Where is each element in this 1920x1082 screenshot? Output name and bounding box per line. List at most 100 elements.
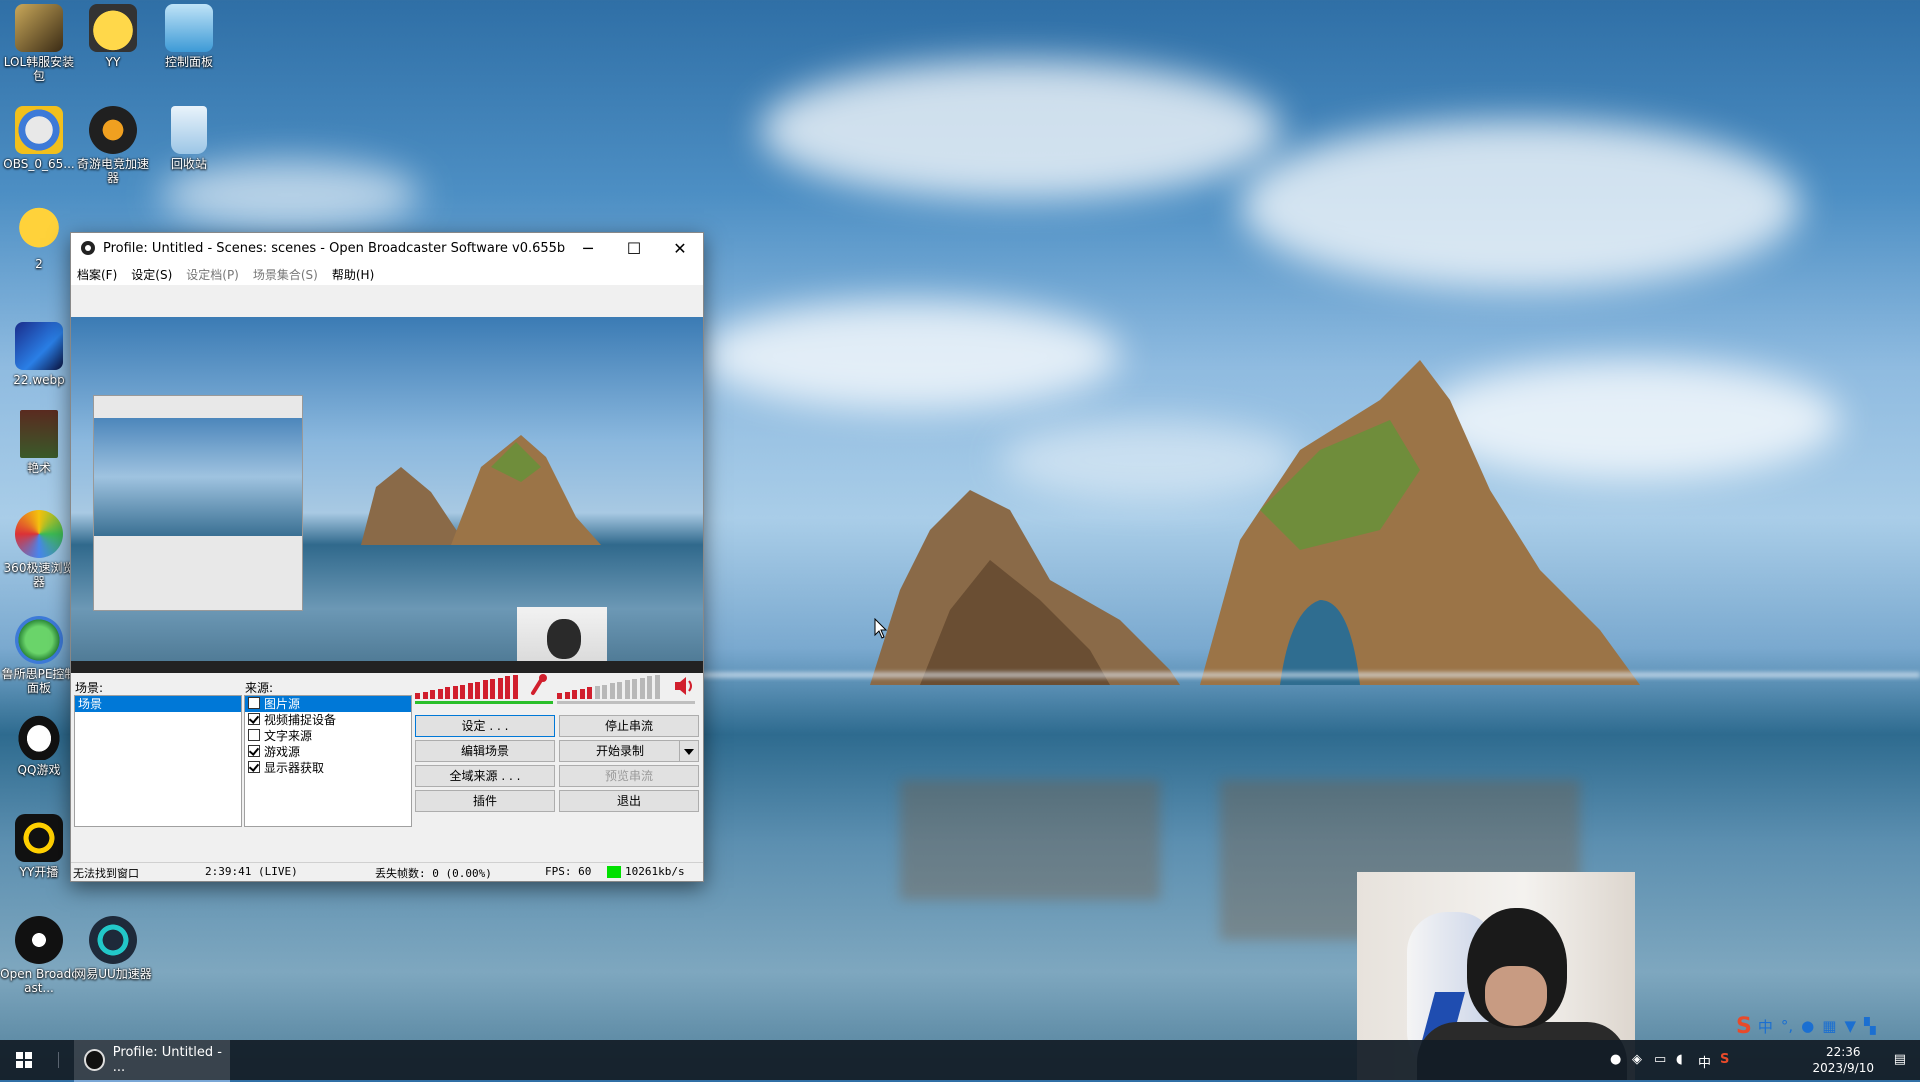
desktop-icon-uu[interactable]: 网易UU加速器 (74, 916, 152, 981)
desktop-icon-lol[interactable]: LOL韩服安装包 (0, 4, 78, 83)
maximize-button[interactable]: ☐ (611, 233, 657, 263)
taskbar-item-label: Profile: Untitled - ... (112, 1045, 222, 1075)
ime-punct-icon[interactable]: °, (1781, 1017, 1793, 1035)
desktop-icon-qq-game[interactable]: QQ游戏 (0, 712, 78, 777)
speaker-icon[interactable] (673, 675, 697, 697)
menu-scene-collection[interactable]: 场景集合(S) (253, 266, 318, 283)
qq-penguin-icon (15, 712, 63, 760)
desktop-icon-yanshu[interactable]: 艳术 (0, 410, 78, 475)
ime-grid-icon[interactable]: ▚ (1864, 1017, 1876, 1035)
ime-mic-icon[interactable]: ● (1801, 1017, 1814, 1035)
stop-stream-button[interactable]: 停止串流 (559, 715, 699, 737)
meter-bar (497, 677, 503, 699)
duck-icon (15, 206, 63, 254)
source-checkbox[interactable] (248, 729, 260, 741)
rock-arch (1200, 360, 1640, 685)
taskbar-item-obs[interactable]: Profile: Untitled - ... (74, 1040, 230, 1082)
network-icon[interactable]: ▭ (1654, 1052, 1666, 1067)
start-record-button[interactable]: 开始录制 (559, 740, 681, 762)
webcam-person-face (1485, 966, 1547, 1026)
pe-shield-icon (15, 616, 63, 664)
menu-help[interactable]: 帮助(H) (332, 266, 374, 283)
record-dropdown-button[interactable] (679, 740, 699, 762)
volume-icon[interactable]: ◖ (1676, 1052, 1683, 1067)
ime-skin-icon[interactable]: ▼ (1844, 1017, 1856, 1035)
start-button[interactable] (0, 1040, 48, 1080)
preview-canvas[interactable] (71, 317, 703, 673)
source-item-text[interactable]: 文字来源 (245, 728, 411, 744)
yy-icon (89, 4, 137, 52)
obs-titlebar[interactable]: Profile: Untitled - Scenes: scenes - Ope… (71, 233, 703, 263)
meter-bar (594, 686, 600, 699)
clock[interactable]: 22:36 2023/9/10 (1812, 1044, 1874, 1076)
desktop-icon-yy[interactable]: YY (74, 4, 152, 69)
scene-item[interactable]: 场景 (75, 696, 241, 712)
meter-bar (505, 676, 510, 699)
sources-label: 来源: (245, 681, 274, 695)
sources-list[interactable]: 图片源 视频捕捉设备 文字来源 游戏源 显示器获取 (244, 695, 412, 827)
mouse-cursor-icon (874, 618, 888, 639)
edit-scene-button[interactable]: 编辑场景 (415, 740, 555, 762)
minimize-button[interactable]: ─ (565, 233, 611, 263)
microphone-icon[interactable] (527, 673, 549, 699)
preview-stream-button[interactable]: 预览串流 (559, 765, 699, 787)
menu-profile[interactable]: 设定档(P) (186, 266, 239, 283)
menu-file[interactable]: 档案(F) (77, 266, 117, 283)
control-panel: 场景: 场景 来源: 图片源 视频捕捉设备 文字来源 游戏源 显示器获取 设定 … (71, 673, 703, 881)
recycle-bin-icon (171, 106, 207, 154)
close-button[interactable]: ✕ (657, 233, 703, 263)
source-item-image[interactable]: 图片源 (245, 696, 411, 712)
source-checkbox[interactable] (248, 761, 260, 773)
desktop-icon-pe-control[interactable]: 鲁所思PE控制面板 (0, 616, 78, 695)
desktop-icon-control-panel[interactable]: 控制面板 (150, 4, 228, 69)
notification-icon[interactable]: ▤ (1894, 1052, 1906, 1067)
source-checkbox[interactable] (248, 745, 260, 757)
source-item-monitor[interactable]: 显示器获取 (245, 760, 411, 776)
desktop-icon-recycle-bin[interactable]: 回收站 (150, 106, 228, 171)
mic-volume-meter[interactable] (415, 673, 525, 699)
desktop-icon-obs[interactable]: Open Broadcast... (0, 916, 78, 995)
yy-live-icon (15, 814, 63, 862)
source-checkbox[interactable] (248, 713, 260, 725)
ime-lang[interactable]: 中 (1758, 1016, 1773, 1037)
book-icon (20, 410, 58, 458)
source-checkbox[interactable] (248, 697, 260, 709)
sogou-icon[interactable]: S (1736, 1014, 1752, 1039)
uu-icon (89, 916, 137, 964)
plugins-button[interactable]: 插件 (415, 790, 555, 812)
browser-360-icon (15, 510, 63, 558)
sogou-tray-icon[interactable]: S (1720, 1052, 1729, 1067)
meter-bar (512, 674, 518, 699)
chevron-down-icon (684, 748, 694, 755)
mic-tray-icon[interactable]: ● (1610, 1052, 1621, 1067)
preview-taskbar (71, 661, 703, 673)
scenes-list[interactable]: 场景 (74, 695, 242, 827)
mic-level-bar (415, 701, 553, 704)
exit-button[interactable]: 退出 (559, 790, 699, 812)
global-sources-button[interactable]: 全域来源 . . . (415, 765, 555, 787)
menu-settings[interactable]: 设定(S) (131, 266, 172, 283)
meter-bar (647, 676, 652, 699)
network-shield-icon[interactable]: ◈ (1632, 1052, 1642, 1067)
status-dropped-frames: 丢失帧数: 0 (0.00%) (375, 867, 492, 880)
desktop-volume-meter[interactable] (557, 673, 667, 699)
desktop-level-bar (557, 701, 695, 704)
desktop-icon-webp[interactable]: 22.webp (0, 322, 78, 387)
meter-bar (654, 674, 660, 699)
desktop-icon-360-browser[interactable]: 360极速浏览器 (0, 510, 78, 589)
ime-toolbar[interactable]: S 中 °, ● ▦ ▼ ▚ (1736, 1012, 1920, 1040)
settings-button[interactable]: 设定 . . . (415, 715, 555, 737)
desktop-icon-obs-installer[interactable]: OBS_0_65... (0, 106, 78, 171)
status-bitrate: 10261kb/s (625, 865, 685, 878)
status-fps: FPS: 60 (545, 865, 592, 878)
source-item-video-capture[interactable]: 视频捕捉设备 (245, 712, 411, 728)
obs-window[interactable]: Profile: Untitled - Scenes: scenes - Ope… (70, 232, 704, 882)
tray-lang[interactable]: 中 (1698, 1052, 1711, 1071)
meter-bar (437, 688, 443, 699)
desktop-icon-yy-live[interactable]: YY开播 (0, 814, 78, 879)
ime-keyboard-icon[interactable]: ▦ (1822, 1017, 1836, 1035)
desktop-icon-2[interactable]: 2 (0, 206, 78, 271)
desktop-icon-qiyou[interactable]: 奇游电竞加速器 (74, 106, 152, 185)
source-item-game[interactable]: 游戏源 (245, 744, 411, 760)
status-indicator (607, 866, 621, 878)
